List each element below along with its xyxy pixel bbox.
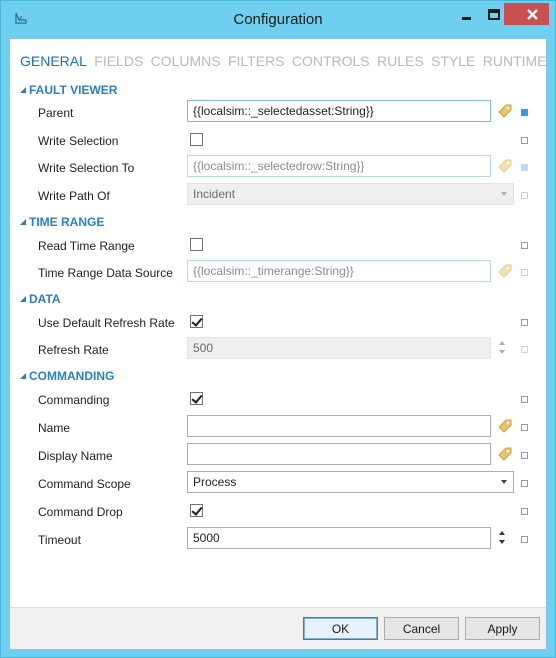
command-scope-label: Command Scope [38,477,131,491]
spin-up-icon[interactable] [499,341,505,345]
close-button[interactable] [504,3,549,25]
option-indicator[interactable] [521,508,528,515]
apply-button[interactable]: Apply [465,617,540,640]
section-title: DATA [29,292,61,306]
refresh-rate-field[interactable]: 500 [187,337,491,359]
display-name-field[interactable] [187,443,491,465]
timeout-field[interactable]: 5000 [187,527,491,549]
read-time-range-label: Read Time Range [38,239,135,253]
write-selection-checkbox[interactable] [190,133,203,146]
option-indicator[interactable] [521,192,528,199]
spin-up-icon[interactable] [499,531,505,535]
command-scope-dropdown[interactable]: Process [187,471,514,493]
option-indicator[interactable] [521,396,528,403]
option-indicator[interactable] [521,424,528,431]
time-range-data-source-field[interactable]: {{localsim::_timerange:String}} [187,260,491,282]
use-default-refresh-rate-checkbox[interactable] [190,315,203,328]
collapse-triangle-icon [20,373,26,379]
tab-strip: GENERAL FIELDS COLUMNS FILTERS CONTROLS … [20,53,551,71]
section-title: FAULT VIEWER [29,83,118,97]
maximize-button[interactable] [475,3,502,25]
write-selection-label: Write Selection [38,134,119,148]
option-indicator[interactable] [521,346,528,353]
option-indicator[interactable] [521,242,528,249]
binding-tag-icon[interactable] [497,446,513,462]
section-data[interactable]: DATA [20,292,61,308]
dropdown-arrow-icon [501,192,507,196]
collapse-triangle-icon [20,87,26,93]
write-path-of-dropdown[interactable]: Incident [187,183,514,205]
collapse-triangle-icon [20,296,26,302]
binding-tag-icon[interactable] [497,103,513,119]
tab-columns[interactable]: COLUMNS [151,53,221,69]
tab-runtime[interactable]: RUNTIME [483,53,547,69]
refresh-rate-spinner[interactable] [498,338,506,358]
write-path-of-label: Write Path Of [38,189,110,203]
tab-controls[interactable]: CONTROLS [292,53,370,69]
ok-button[interactable]: OK [303,617,378,640]
section-commanding[interactable]: COMMANDING [20,369,114,385]
option-indicator[interactable] [521,536,528,543]
command-drop-checkbox[interactable] [190,504,203,517]
section-title: TIME RANGE [29,215,105,229]
option-indicator[interactable] [521,319,528,326]
section-time-range[interactable]: TIME RANGE [20,215,104,231]
option-indicator[interactable] [521,109,528,116]
refresh-rate-label: Refresh Rate [38,343,109,357]
timeout-spinner[interactable] [498,528,506,548]
time-range-data-source-label: Time Range Data Source [38,266,173,280]
collapse-triangle-icon [20,219,26,225]
write-selection-to-field[interactable]: {{localsim::_selectedrow:String}} [187,155,491,177]
minimize-button[interactable] [447,3,474,25]
dialog-footer: OK Cancel Apply [10,607,546,649]
tab-filters[interactable]: FILTERS [228,53,285,69]
name-label: Name [38,421,71,435]
command-drop-label: Command Drop [38,505,123,519]
close-icon [527,9,538,20]
cancel-button[interactable]: Cancel [384,617,459,640]
tab-rules[interactable]: RULES [377,53,424,69]
option-indicator[interactable] [521,164,528,171]
tab-fields[interactable]: FIELDS [94,53,143,69]
commanding-label: Commanding [38,393,110,407]
write-selection-to-label: Write Selection To [38,161,135,175]
display-name-label: Display Name [38,449,113,463]
option-indicator[interactable] [521,452,528,459]
name-field[interactable] [187,415,491,437]
read-time-range-checkbox[interactable] [190,238,203,251]
write-path-of-value: Incident [193,187,236,201]
section-title: COMMANDING [29,369,115,383]
option-indicator[interactable] [521,269,528,276]
binding-tag-icon[interactable] [497,158,513,174]
configuration-window: Configuration GENERAL FIELDS COLUMNS FIL… [0,0,556,658]
parent-label: Parent [38,106,74,120]
command-scope-value: Process [193,475,237,489]
option-indicator[interactable] [521,137,528,144]
commanding-checkbox[interactable] [190,392,203,405]
section-fault-viewer[interactable]: FAULT VIEWER [20,83,117,99]
use-default-refresh-rate-label: Use Default Refresh Rate [38,316,175,330]
timeout-label: Timeout [38,533,81,547]
tab-general[interactable]: GENERAL [20,53,87,69]
title-bar[interactable]: Configuration [1,1,555,37]
binding-tag-icon[interactable] [497,263,513,279]
option-indicator[interactable] [521,480,528,487]
spin-down-icon[interactable] [499,540,505,544]
spin-down-icon[interactable] [499,350,505,354]
dropdown-arrow-icon [501,480,507,484]
parent-field[interactable]: {{localsim::_selectedasset:String}} [187,100,491,122]
binding-tag-icon[interactable] [497,418,513,434]
tab-style[interactable]: STYLE [431,53,475,69]
dialog-client-area: GENERAL FIELDS COLUMNS FILTERS CONTROLS … [9,38,547,650]
